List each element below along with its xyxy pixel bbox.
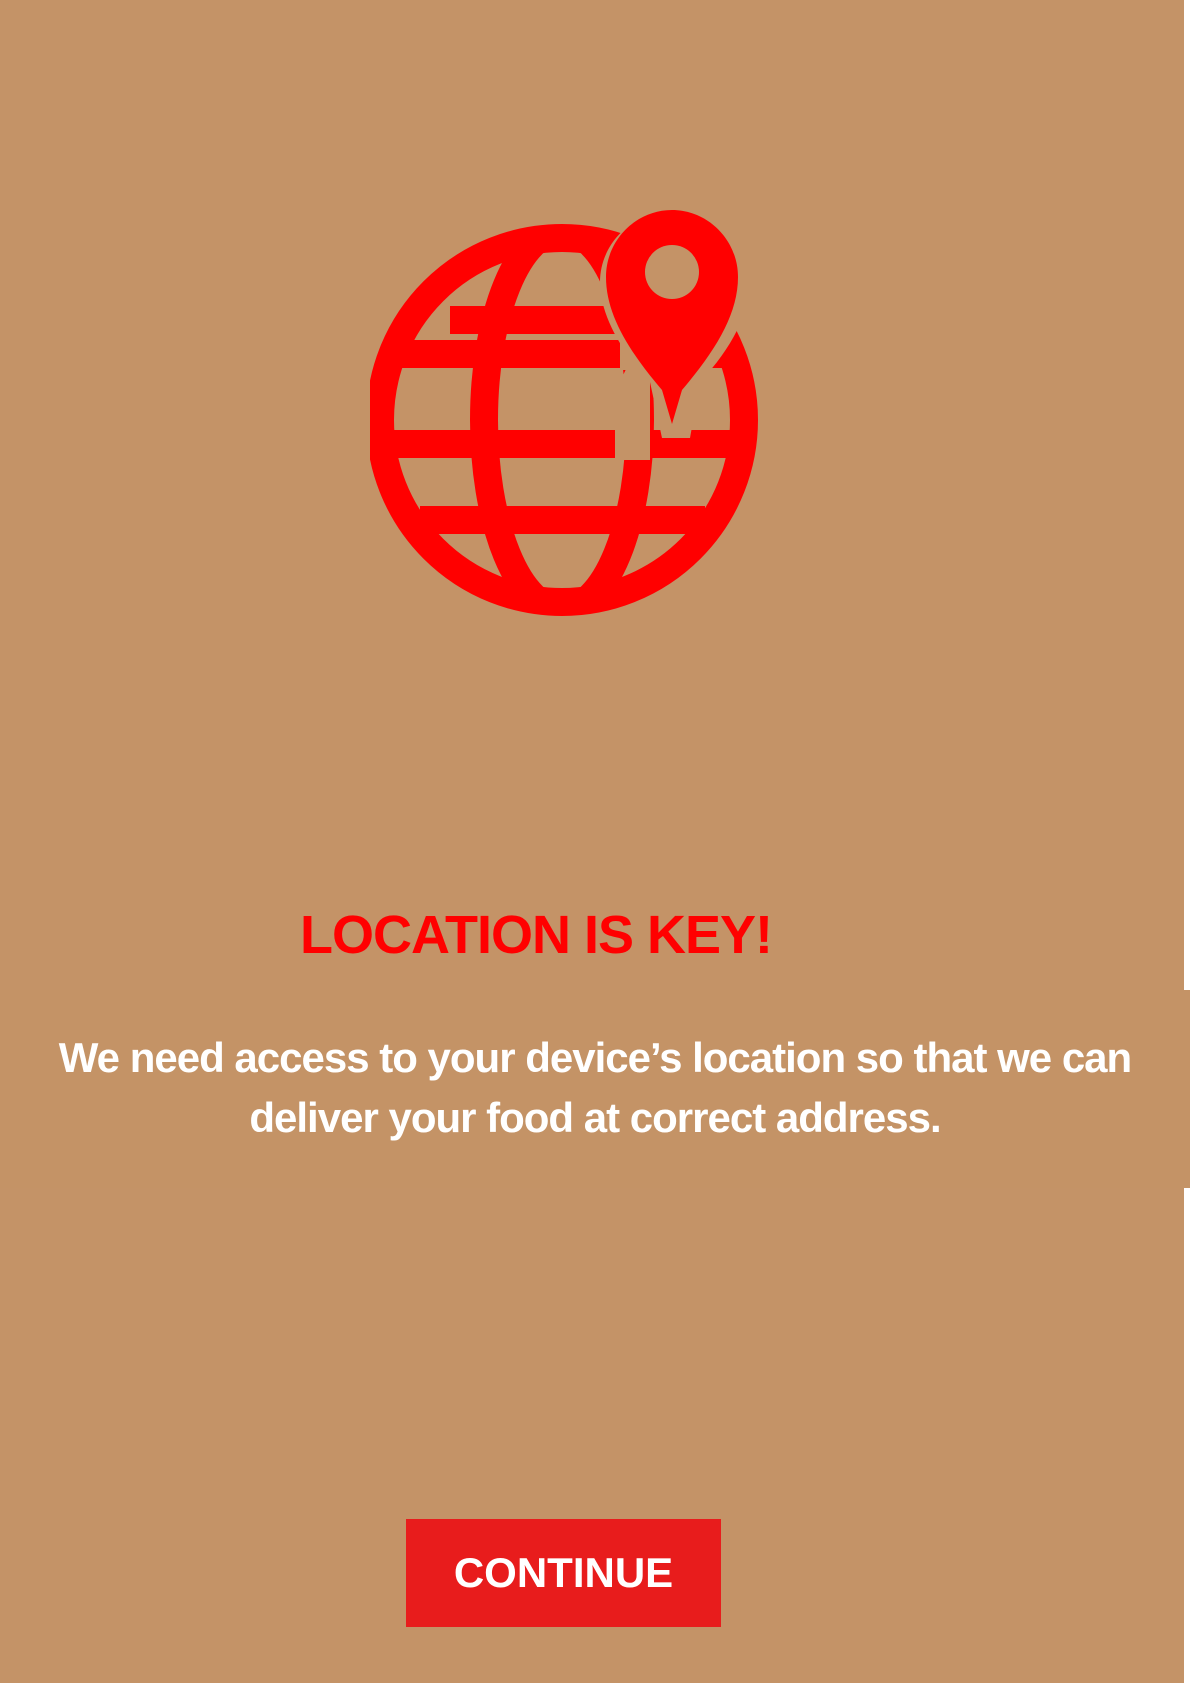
location-permission-screen: LOCATION IS KEY! We need access to your … — [0, 0, 1190, 1683]
edge-strip — [1184, 1188, 1190, 1683]
edge-strip — [1184, 0, 1190, 990]
globe-location-pin-icon — [370, 200, 760, 620]
page-title: LOCATION IS KEY! — [300, 905, 773, 965]
continue-button[interactable]: CONTINUE — [406, 1519, 721, 1627]
permission-message: We need access to your device’s location… — [58, 1034, 1132, 1141]
